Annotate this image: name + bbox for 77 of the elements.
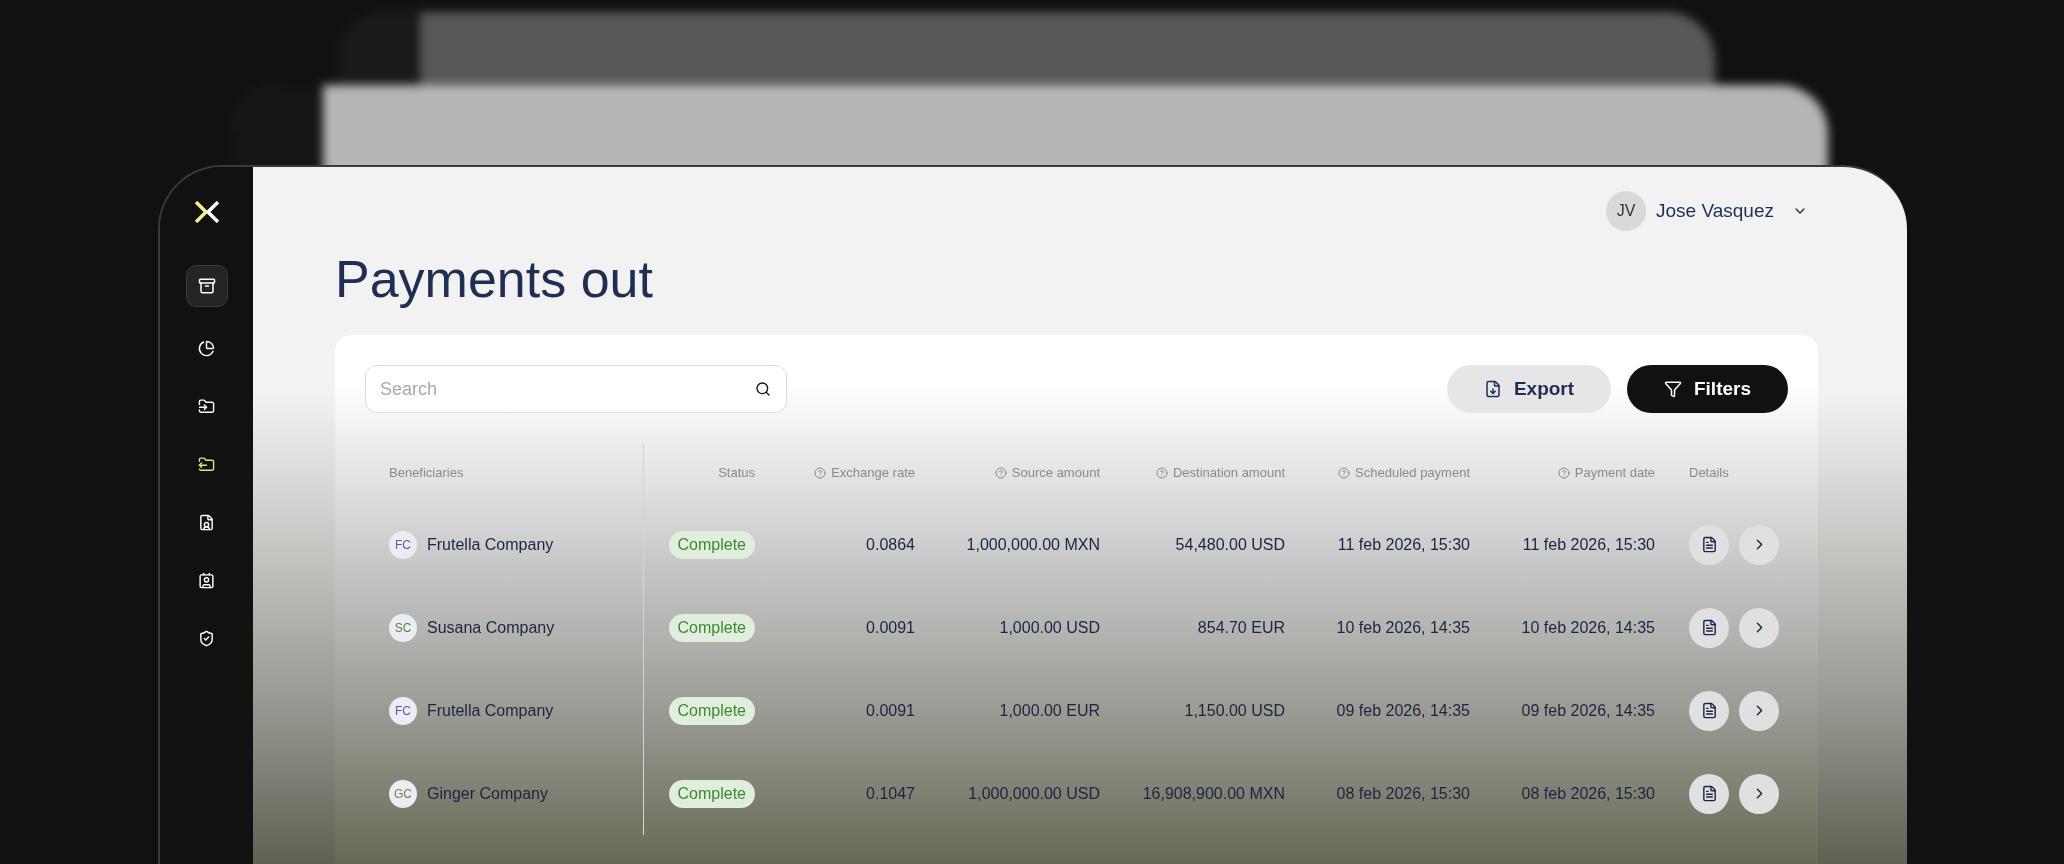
table-cell-text: 08 feb 2026, 15:30 bbox=[1521, 783, 1655, 804]
status-badge: Complete bbox=[668, 530, 755, 559]
document-button[interactable] bbox=[1689, 607, 1729, 648]
table-cell-text: 09 feb 2026, 14:35 bbox=[1521, 700, 1655, 721]
sidebar-item[interactable] bbox=[196, 571, 217, 589]
help-icon bbox=[1557, 467, 1570, 479]
table-cell-text: 1,150.00 USD bbox=[1184, 700, 1285, 721]
folder-arrow-icon bbox=[198, 455, 215, 473]
status-badge: Complete bbox=[668, 696, 755, 725]
table-cell-text: 1,000,000.00 MXN bbox=[966, 534, 1100, 555]
beneficiary-name: Frutella Company bbox=[427, 534, 554, 555]
id-card-icon bbox=[198, 571, 215, 589]
sidebar-item[interactable] bbox=[196, 339, 217, 357]
document-icon bbox=[1700, 785, 1718, 802]
document-icon bbox=[1700, 536, 1718, 553]
filters-button[interactable]: Filters bbox=[1627, 365, 1788, 413]
table-cell-text: 1,000.00 USD bbox=[999, 617, 1100, 638]
table-cell-text: 10 feb 2026, 14:35 bbox=[1521, 617, 1655, 638]
column-header: Scheduled payment bbox=[1338, 463, 1470, 483]
document-button[interactable] bbox=[1689, 524, 1729, 565]
column-header: Details bbox=[1689, 464, 1729, 483]
beneficiary-name: Frutella Company bbox=[427, 700, 554, 721]
archive-button[interactable] bbox=[185, 265, 228, 307]
help-icon bbox=[1338, 467, 1351, 479]
table-cell-text: 1,000,000.00 USD bbox=[968, 783, 1100, 804]
column-header: Source amount bbox=[994, 463, 1100, 483]
table-cell-text: 1,000.00 EUR bbox=[999, 700, 1100, 721]
document-button[interactable] bbox=[1689, 773, 1729, 814]
shield-check-icon bbox=[198, 629, 215, 647]
page-title: Payments out bbox=[335, 249, 654, 310]
table-cell-text: 11 feb 2026, 15:30 bbox=[1337, 534, 1470, 555]
pie-chart-icon bbox=[198, 339, 215, 357]
beneficiary-avatar: GC bbox=[389, 779, 417, 808]
beneficiary-avatar: FC bbox=[389, 696, 417, 725]
table-cell-text: 16,908,900.00 MXN bbox=[1142, 783, 1285, 804]
beneficiary-avatar: FC bbox=[389, 530, 417, 559]
table-cell-text: 09 feb 2026, 14:35 bbox=[1336, 700, 1470, 721]
user-document-icon bbox=[198, 513, 215, 531]
status-badge: Complete bbox=[668, 779, 755, 808]
column-header: Status bbox=[718, 464, 755, 483]
table-cell-text: 0.0091 bbox=[866, 700, 915, 721]
user-avatar: JV bbox=[1606, 191, 1647, 231]
beneficiary-avatar: SC bbox=[389, 613, 417, 642]
column-header: Beneficiaries bbox=[389, 464, 464, 483]
user-name: Jose Vasquez bbox=[1656, 198, 1774, 223]
column-header: Exchange rate bbox=[814, 463, 915, 483]
file-download-icon bbox=[1483, 380, 1502, 398]
status-badge: Complete bbox=[668, 613, 755, 642]
table-cell-text: 0.0864 bbox=[866, 534, 915, 555]
export-button[interactable]: Export bbox=[1447, 365, 1611, 413]
table-cell-text: 0.1047 bbox=[866, 783, 915, 804]
logo-icon bbox=[193, 201, 220, 223]
table-cell-text: 0.0091 bbox=[866, 617, 915, 638]
filter-icon bbox=[1664, 380, 1682, 398]
column-header: Payment date bbox=[1557, 463, 1655, 483]
help-icon bbox=[814, 467, 827, 479]
beneficiary-name: Ginger Company bbox=[427, 783, 548, 804]
table-cell-text: 11 feb 2026, 15:30 bbox=[1522, 534, 1655, 555]
document-icon bbox=[1700, 702, 1718, 719]
help-icon bbox=[1156, 467, 1168, 479]
table-cell-text: 54,480.00 USD bbox=[1175, 534, 1285, 555]
sidebar-item[interactable] bbox=[196, 397, 217, 415]
document-button[interactable] bbox=[1689, 690, 1729, 731]
table-cell-text: 854.70 EUR bbox=[1197, 617, 1285, 638]
table-cell-text: 08 feb 2026, 15:30 bbox=[1336, 783, 1470, 804]
beneficiary-name: Susana Company bbox=[427, 617, 555, 638]
open-details-button[interactable] bbox=[1739, 773, 1779, 814]
folder-arrow-icon bbox=[198, 397, 215, 415]
sidebar-item[interactable] bbox=[196, 455, 217, 473]
user-menu[interactable]: JV Jose Vasquez bbox=[1606, 191, 1808, 231]
help-icon bbox=[994, 467, 1007, 479]
column-header: Destination amount bbox=[1156, 463, 1285, 483]
document-icon bbox=[1700, 619, 1718, 636]
search-icon bbox=[755, 381, 771, 397]
table-cell-text: 10 feb 2026, 14:35 bbox=[1336, 617, 1470, 638]
archive-icon bbox=[197, 277, 216, 295]
search-field[interactable]: Search bbox=[365, 365, 787, 413]
